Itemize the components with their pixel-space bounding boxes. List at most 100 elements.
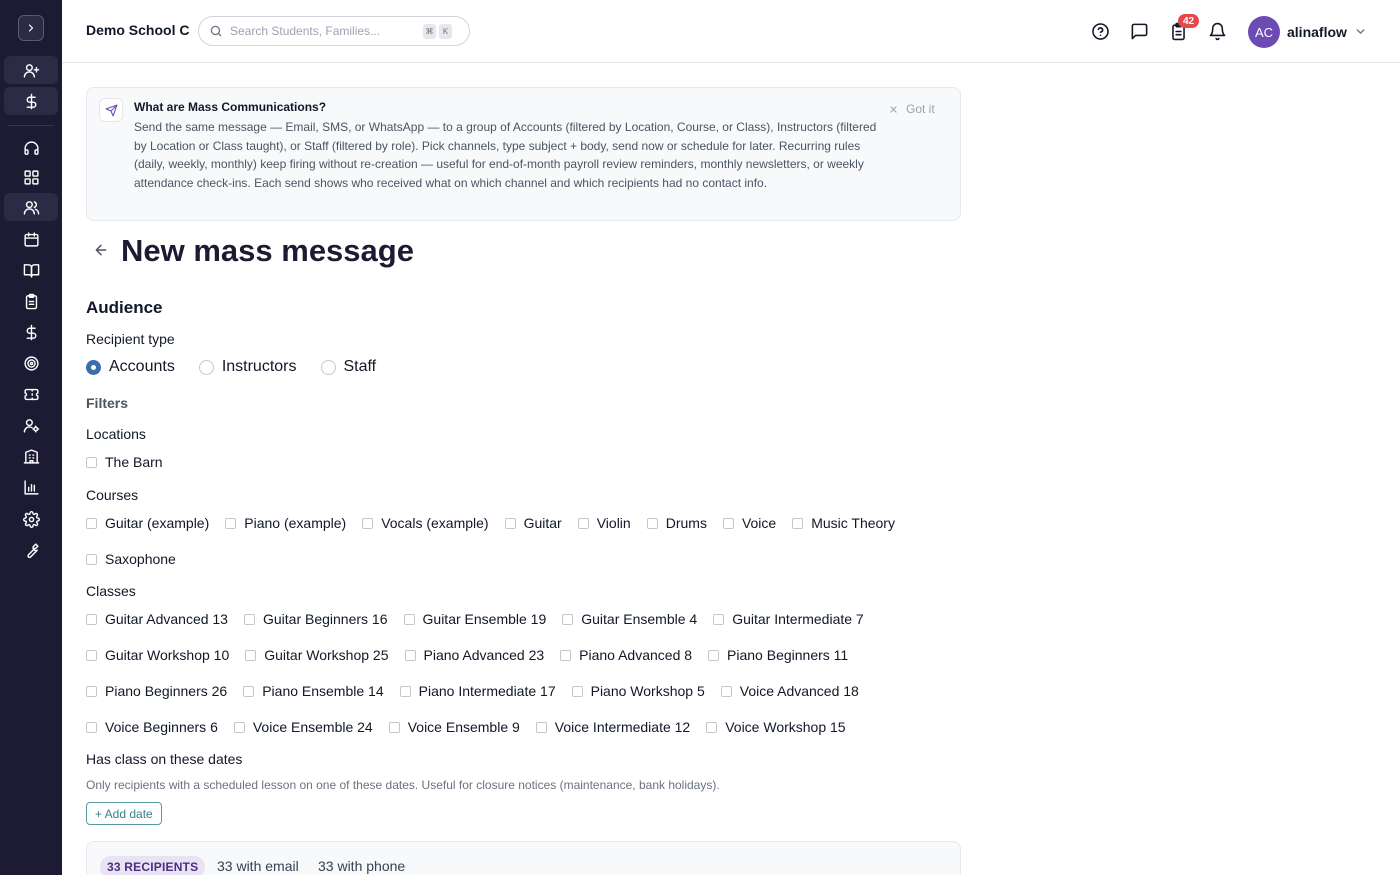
checkbox[interactable] <box>245 649 257 661</box>
checkbox-class[interactable]: Piano Beginners 11 <box>708 647 848 663</box>
checkbox[interactable] <box>562 613 574 625</box>
checkbox[interactable] <box>571 685 583 697</box>
checkbox[interactable] <box>243 685 255 697</box>
checkbox-class[interactable]: Piano Advanced 8 <box>560 647 692 663</box>
sidebar-item-add-student[interactable] <box>4 56 58 84</box>
checkbox[interactable] <box>792 517 804 529</box>
checkbox[interactable] <box>399 685 411 697</box>
checkbox[interactable] <box>713 613 725 625</box>
avatar[interactable]: AC <box>1248 16 1280 48</box>
sidebar-item-support[interactable] <box>4 134 58 162</box>
checkbox-course[interactable]: Saxophone <box>86 551 176 567</box>
checkbox-class[interactable]: Piano Workshop 5 <box>571 683 705 699</box>
checkbox[interactable] <box>86 553 97 565</box>
checkbox[interactable] <box>86 649 97 661</box>
sidebar-item-payments[interactable] <box>4 87 58 115</box>
checkbox[interactable] <box>577 517 589 529</box>
checkbox[interactable] <box>708 649 720 661</box>
checkbox-class[interactable]: Guitar Ensemble 19 <box>403 611 546 627</box>
sidebar-item-organization[interactable] <box>4 442 58 470</box>
checkbox[interactable] <box>404 649 416 661</box>
sidebar-item-dashboard[interactable] <box>4 163 58 191</box>
checkbox-class[interactable]: Guitar Intermediate 7 <box>713 611 864 627</box>
checkbox-course[interactable]: Guitar <box>504 515 562 531</box>
checkbox-class[interactable]: Guitar Ensemble 4 <box>562 611 697 627</box>
sidebar-item-calendar[interactable] <box>4 225 58 253</box>
checkbox[interactable] <box>560 649 572 661</box>
checkbox-class[interactable]: Voice Workshop 15 <box>706 719 846 735</box>
checkbox[interactable] <box>388 721 400 733</box>
checkbox-class[interactable]: Guitar Beginners 16 <box>243 611 388 627</box>
checkbox-course[interactable]: Guitar (example) <box>86 515 209 531</box>
school-name[interactable]: Demo School C <box>86 22 189 38</box>
checkbox-class[interactable]: Piano Ensemble 14 <box>243 683 384 699</box>
checkbox-class[interactable]: Piano Intermediate 17 <box>399 683 556 699</box>
checkbox-class[interactable]: Voice Ensemble 9 <box>388 719 520 735</box>
sidebar-item-attendance[interactable] <box>4 287 58 315</box>
dismiss-banner-button[interactable]: Got it <box>889 102 935 116</box>
checkbox-course[interactable]: Violin <box>577 515 631 531</box>
checkbox[interactable] <box>403 613 415 625</box>
grid-icon <box>23 169 39 185</box>
radio-indicator[interactable] <box>320 359 336 375</box>
back-arrow-icon[interactable] <box>93 242 109 258</box>
checkbox-class[interactable]: Voice Beginners 6 <box>86 719 218 735</box>
checkbox[interactable] <box>86 721 97 733</box>
sidebar-item-settings[interactable] <box>4 505 58 533</box>
checkbox-class[interactable]: Voice Advanced 18 <box>720 683 859 699</box>
checkbox[interactable] <box>243 613 255 625</box>
checkbox[interactable] <box>720 685 732 697</box>
checkbox[interactable] <box>504 517 516 529</box>
global-search[interactable]: ⌘ K <box>198 16 470 46</box>
checkbox-label: Guitar <box>523 515 562 531</box>
sidebar-item-people[interactable] <box>4 193 58 221</box>
username[interactable]: alinaflow <box>1287 24 1347 40</box>
checkbox[interactable] <box>706 721 718 733</box>
checkbox[interactable] <box>233 721 245 733</box>
radio-indicator[interactable] <box>198 359 214 375</box>
checkbox[interactable] <box>535 721 547 733</box>
add-date-button[interactable]: + Add date <box>86 802 162 825</box>
checkbox-class[interactable]: Guitar Workshop 10 <box>86 647 229 663</box>
checkbox[interactable] <box>722 517 734 529</box>
messages-button[interactable] <box>1128 20 1150 42</box>
sidebar-item-tickets[interactable] <box>4 380 58 408</box>
tasks-button[interactable]: 42 <box>1167 14 1199 42</box>
checkbox-class[interactable]: Voice Intermediate 12 <box>535 719 690 735</box>
checkbox[interactable] <box>86 517 97 529</box>
sidebar-item-tools[interactable] <box>4 536 58 564</box>
radio-indicator[interactable] <box>86 359 101 375</box>
notifications-button[interactable] <box>1206 20 1228 42</box>
checkbox-class[interactable]: Guitar Workshop 25 <box>245 647 389 663</box>
checkbox-location[interactable]: The Barn <box>86 454 163 470</box>
radio-staff[interactable]: Staff <box>320 358 376 376</box>
sidebar-item-goals[interactable] <box>4 349 58 377</box>
radio-instructors[interactable]: Instructors <box>198 358 297 376</box>
sidebar-item-library[interactable] <box>4 256 58 284</box>
checkbox-class[interactable]: Guitar Advanced 13 <box>86 611 228 627</box>
sidebar-item-user-settings[interactable] <box>4 411 58 439</box>
checkbox[interactable] <box>86 456 97 468</box>
checkbox[interactable] <box>646 517 658 529</box>
sidebar-item-reports[interactable] <box>4 473 58 501</box>
checkbox[interactable] <box>225 517 237 529</box>
sidebar-item-billing[interactable] <box>4 318 58 346</box>
checkbox-course[interactable]: Drums <box>646 515 707 531</box>
checkbox-course[interactable]: Piano (example) <box>225 515 346 531</box>
sidebar-expand-button[interactable] <box>18 15 44 41</box>
help-button[interactable] <box>1089 20 1111 42</box>
checkbox-class[interactable]: Piano Advanced 23 <box>404 647 544 663</box>
search-input[interactable] <box>230 24 420 38</box>
checkbox[interactable] <box>86 685 97 697</box>
checkbox[interactable] <box>86 613 97 625</box>
checkbox-course[interactable]: Music Theory <box>792 515 895 531</box>
chevron-down-icon[interactable] <box>1354 25 1367 38</box>
checkbox-class[interactable]: Voice Ensemble 24 <box>233 719 373 735</box>
checkbox-course[interactable]: Vocals (example) <box>362 515 489 531</box>
radio-accounts[interactable]: Accounts <box>86 358 175 376</box>
checkbox-class[interactable]: Piano Beginners 26 <box>86 683 227 699</box>
audience-section-title: Audience <box>86 298 163 317</box>
checkbox[interactable] <box>362 517 374 529</box>
dollar-icon <box>26 324 36 340</box>
checkbox-course[interactable]: Voice <box>722 515 776 531</box>
